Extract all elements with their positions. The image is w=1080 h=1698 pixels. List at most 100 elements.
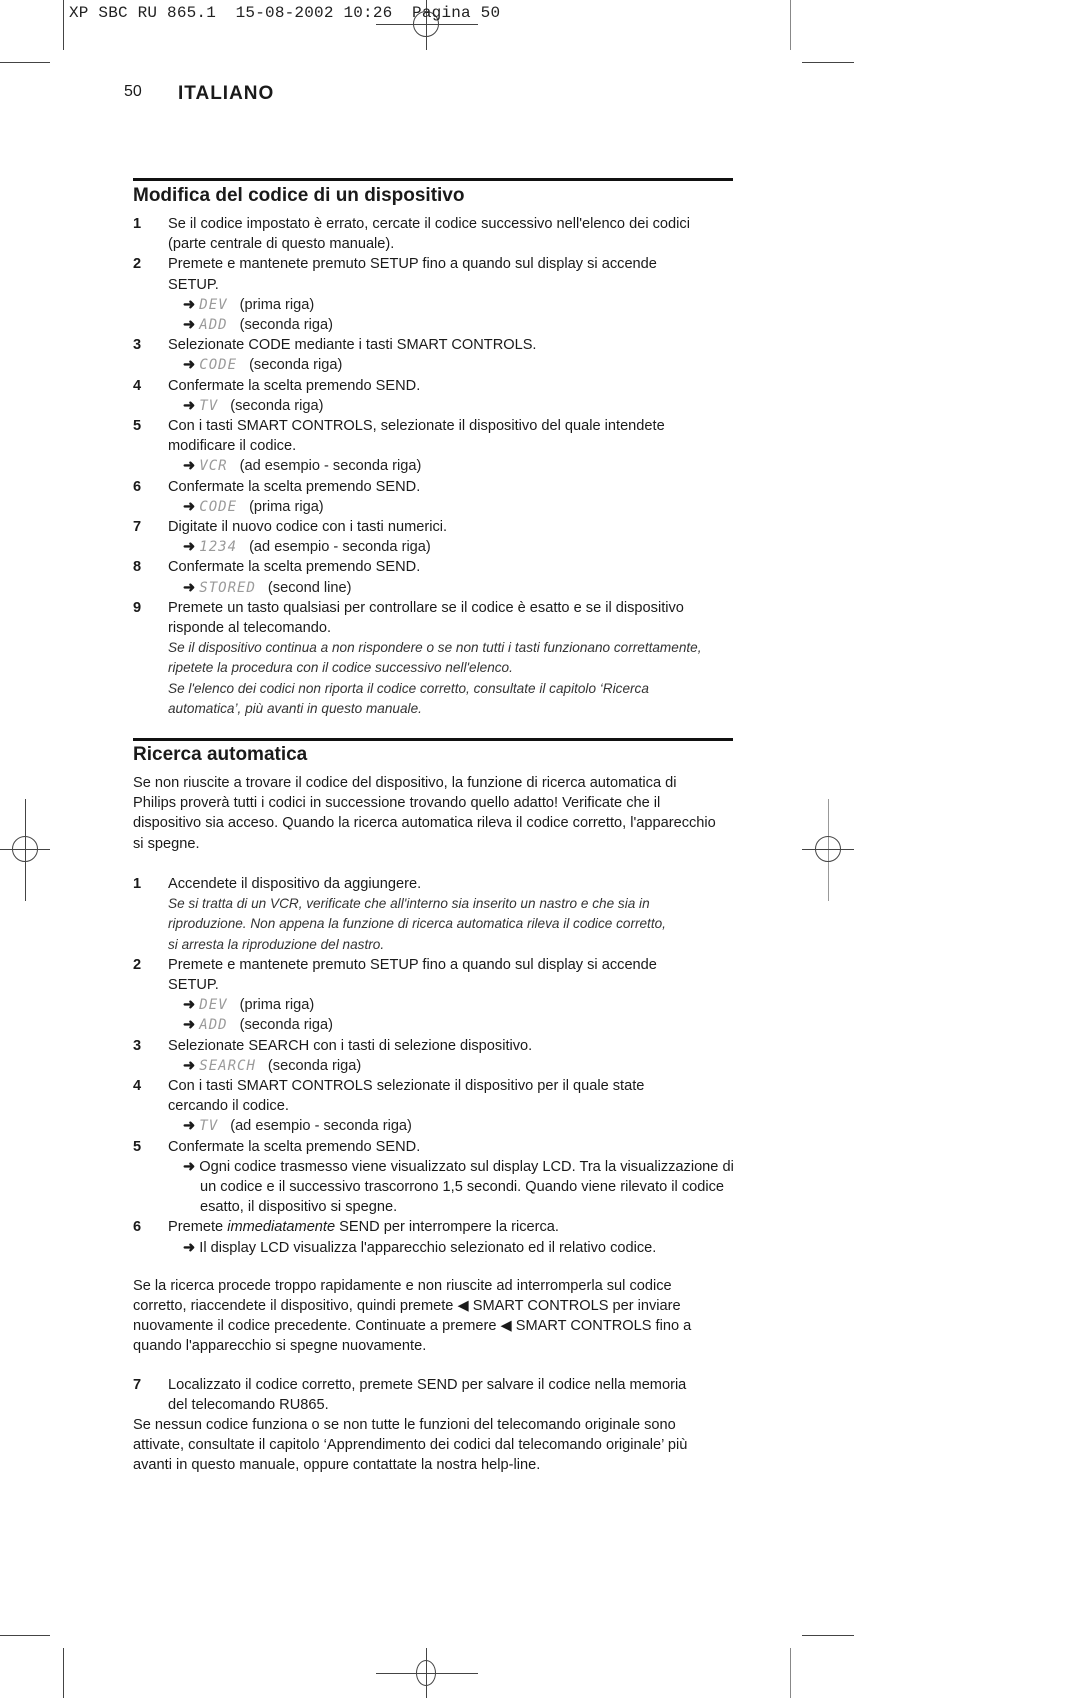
result-line: ➜ Il display LCD visualizza l'apparecchi… [183, 1238, 656, 1258]
step-text: Accendete il dispositivo da aggiungere. [168, 876, 422, 892]
step-text: Confermate la scelta premendo SEND. [168, 377, 421, 394]
result-line: ➜ ADD (seconda riga) [183, 1015, 333, 1035]
lcd-display-text: ADD [199, 1017, 228, 1034]
result-line: ➜ Ogni codice trasmesso viene visualizza… [183, 1157, 734, 1177]
step-note: si arresta la riproduzione del nastro. [168, 936, 385, 952]
crop-mark [0, 1635, 50, 1636]
step-note: Se si tratta di un VCR, verificate che a… [168, 896, 650, 912]
result-note: (ad esempio - seconda riga) [226, 1118, 412, 1135]
lcd-display-text: STORED [199, 579, 256, 596]
arrow-icon: ➜ [183, 296, 200, 313]
crop-mark [63, 1648, 64, 1698]
step-text: modificare il codice. [168, 438, 297, 455]
step-note: automatica’, più avanti in questo manual… [168, 700, 422, 716]
result-line: ➜ 1234 (ad esempio - seconda riga) [183, 537, 431, 557]
page-number: 50 [124, 83, 142, 100]
result-text: un codice e il successivo trascorrono 1,… [200, 1179, 725, 1195]
step-text: Confermate la scelta premendo SEND. [168, 1138, 421, 1155]
step-number: 1 [133, 876, 142, 892]
result-note: (seconda riga) [235, 1017, 333, 1034]
step-number: 1 [133, 216, 142, 232]
arrow-icon: ➜ [183, 1017, 200, 1034]
result-line: ➜ TV (ad esempio - seconda riga) [183, 1116, 412, 1136]
closing-text: attivate, consultate il capitolo ‘Appren… [133, 1437, 688, 1454]
step-text: Localizzato il codice corretto, premete … [168, 1376, 687, 1393]
lcd-display-text: SEARCH [199, 1057, 256, 1074]
step-text: Confermate la scelta premendo SEND. [168, 559, 421, 576]
intro-text: Se non riuscite a trovare il codice del … [133, 775, 677, 791]
lcd-display-text: CODE [199, 498, 238, 515]
registration-mark [815, 836, 841, 862]
step-number: 9 [133, 599, 142, 616]
step-text: (parte centrale di questo manuale). [168, 236, 395, 253]
step-text: del telecomando RU865. [168, 1396, 329, 1413]
step-number: 3 [133, 337, 142, 354]
step-text: Selezionate CODE mediante i tasti SMART … [168, 337, 537, 354]
paragraph-text: nuovamente il codice precedente. Continu… [133, 1318, 692, 1335]
result-line: ➜ CODE (prima riga) [183, 497, 324, 517]
result-note: (second line) [263, 579, 352, 596]
step-text: SETUP. [168, 977, 219, 993]
language-heading: ITALIANO [178, 83, 275, 104]
lcd-display-text: TV [199, 397, 219, 414]
step-text: SETUP. [168, 276, 219, 293]
arrow-icon: ➜ [183, 579, 200, 596]
step-number: 2 [133, 256, 142, 273]
step-note: Se l'elenco dei codici non riporta il co… [168, 680, 649, 696]
result-note: (prima riga) [245, 498, 324, 515]
step-note: ripetete la procedura con il codice succ… [168, 660, 513, 676]
step-number: 4 [133, 1078, 142, 1094]
step-text: Con i tasti SMART CONTROLS selezionate i… [168, 1078, 645, 1094]
result-line: ➜ SEARCH (seconda riga) [183, 1056, 361, 1076]
intro-text: dispositivo sia acceso. Quando la ricerc… [133, 815, 716, 832]
print-slug: XP SBC RU 865.1 15-08-2002 10:26 Pagina … [69, 4, 501, 22]
lcd-display-text: VCR [199, 458, 228, 475]
step-text: Premete e mantenete premuto SETUP fino a… [168, 956, 657, 973]
step-note: riproduzione. Non appena la funzione di … [168, 916, 666, 932]
result-note: (prima riga) [235, 997, 315, 1014]
arrow-icon: ➜ [183, 317, 200, 333]
crop-mark [790, 0, 791, 50]
arrow-icon: ➜ [183, 357, 200, 374]
closing-text: avanti in questo manuale, oppure contatt… [133, 1457, 541, 1474]
arrow-icon: ➜ [183, 1057, 200, 1074]
step-text: cercando il codice. [168, 1098, 289, 1115]
result-note: (seconda riga) [235, 317, 333, 333]
arrow-icon: ➜ [183, 539, 200, 556]
step-number: 5 [133, 1138, 142, 1155]
intro-text: Philips proverà tutti i codici in succes… [133, 795, 661, 812]
step-text-part: Premete [168, 1219, 228, 1236]
step-text: risponde al telecomando. [168, 620, 332, 636]
result-line: ➜ DEV (prima riga) [183, 295, 314, 315]
step-number: 6 [133, 1219, 142, 1236]
closing-text: Se nessun codice funziona o se non tutte… [133, 1417, 676, 1433]
step-text: Premete un tasto qualsiasi per controlla… [168, 599, 684, 616]
crop-mark [63, 0, 64, 50]
step-text: Premete immediatamente SEND per interrom… [168, 1217, 559, 1237]
step-text: Con i tasti SMART CONTROLS, selezionate … [168, 418, 665, 434]
section-rule [133, 178, 733, 181]
result-note: (seconda riga) [226, 397, 324, 414]
paragraph-text: Se la ricerca procede troppo rapidamente… [133, 1277, 672, 1294]
result-text: Ogni codice trasmesso viene visualizzato… [199, 1158, 734, 1175]
section-title: Modifica del codice di un dispositivo [133, 185, 465, 206]
result-note: (ad esempio - seconda riga) [235, 458, 422, 475]
arrow-icon: ➜ [183, 397, 200, 414]
result-note: (ad esempio - seconda riga) [245, 539, 431, 556]
step-text: Selezionate SEARCH con i tasti di selezi… [168, 1037, 533, 1054]
crop-mark [802, 62, 854, 63]
step-number: 7 [133, 519, 142, 535]
arrow-icon: ➜ [183, 1118, 200, 1135]
result-text: Il display LCD visualizza l'apparecchio … [199, 1239, 657, 1256]
paragraph-text: quando l'apparecchio si spegne nuovament… [133, 1338, 427, 1355]
arrow-icon: ➜ [183, 997, 200, 1014]
step-number: 3 [133, 1037, 142, 1054]
result-note: (prima riga) [235, 296, 315, 313]
crop-mark [790, 1648, 791, 1698]
result-line: ➜ CODE (seconda riga) [183, 355, 342, 375]
step-text: Confermate la scelta premendo SEND. [168, 478, 421, 495]
paragraph-text: corretto, riaccendete il dispositivo, qu… [133, 1298, 681, 1314]
lcd-display-text: TV [199, 1118, 219, 1135]
section-rule [133, 738, 733, 741]
result-line: ➜ ADD (seconda riga) [183, 315, 333, 335]
